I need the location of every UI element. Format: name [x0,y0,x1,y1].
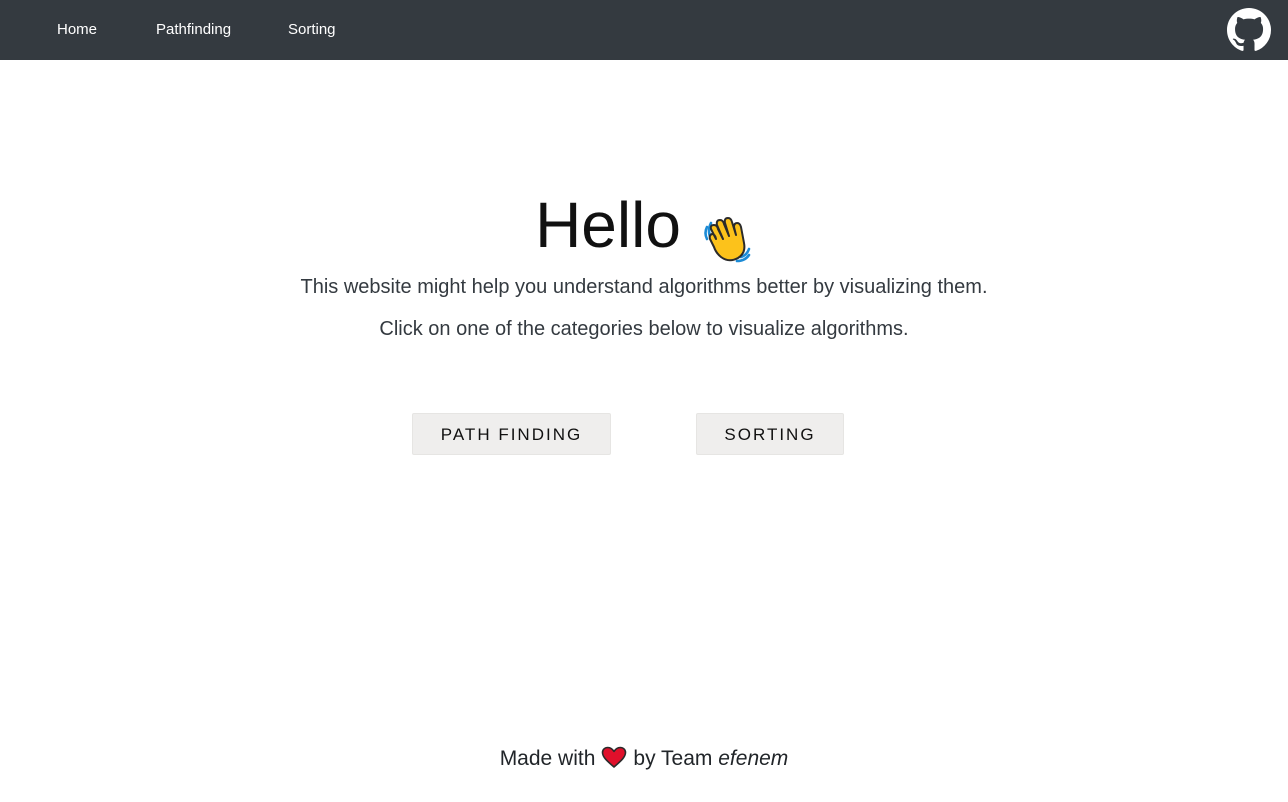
nav-link-pathfinding[interactable]: Pathfinding [156,0,231,60]
nav-link-sorting[interactable]: Sorting [288,0,336,60]
hero-title-text: Hello [535,189,681,262]
footer: Made with by Team efenem [0,744,1288,774]
footer-by-team: by Team [633,747,713,770]
heart-icon [601,746,627,769]
footer-made-with: Made with [499,747,596,770]
path-finding-button[interactable]: PATH FINDING [412,413,611,455]
waving-hand-icon [701,203,753,263]
hero-title: Hello [0,180,1288,263]
sorting-button[interactable]: SORTING [696,413,844,455]
intro-line-2: Click on one of the categories below to … [379,318,909,340]
github-icon[interactable] [1227,8,1271,52]
intro-line-1: This website might help you understand a… [300,276,988,298]
top-navbar: Home Pathfinding Sorting [0,0,1288,60]
footer-team-name: efenem [718,747,789,770]
nav-link-home[interactable]: Home [57,0,97,60]
